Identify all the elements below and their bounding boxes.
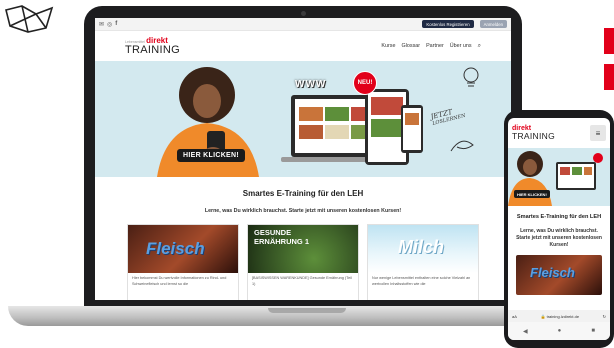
course-card-fleisch[interactable]: Fleisch Hier bekommst Du wertvolle Infor…	[127, 224, 239, 300]
course-cards: Fleisch Hier bekommst Du wertvolle Infor…	[95, 224, 511, 300]
instagram-icon[interactable]: ◎	[107, 21, 112, 28]
hero-banner[interactable]: WWW NEU! JETZT LOSLERNEN HIER KLICKEN!	[95, 61, 511, 177]
doodle-decoration	[5, 5, 54, 33]
page-subline: Lerne, was Du wirklich brauchst. Starte …	[204, 208, 402, 214]
card-text: Hier bekommst Du wertvolle Informationen…	[132, 276, 227, 286]
phone-logo[interactable]: direkt TRAINING	[512, 125, 555, 141]
nav-item-kurse[interactable]: Kurse	[381, 43, 395, 49]
new-badge: NEU!	[353, 71, 377, 95]
nav-item-partner[interactable]: Partner	[426, 43, 444, 49]
phone-cta-button[interactable]: HIER KLICKEN!	[514, 190, 550, 198]
home-icon[interactable]: ●	[558, 328, 562, 334]
card-title: GESUNDE ERNÄHRUNG 1	[254, 228, 310, 246]
laptop-screen: ✉ ◎ f Kostenlos Registrieren Anmelden Le…	[95, 18, 511, 300]
facebook-icon[interactable]: f	[115, 21, 117, 27]
laptop-notch	[268, 308, 346, 313]
phone-header: direkt TRAINING ≡	[508, 118, 610, 148]
top-bar: ✉ ◎ f Kostenlos Registrieren Anmelden	[95, 18, 511, 31]
main-nav: Lebensmittel direkt TRAINING Kurse Gloss…	[95, 31, 511, 61]
login-button[interactable]: Anmelden	[479, 20, 507, 28]
site-logo[interactable]: Lebensmittel direkt TRAINING	[125, 36, 180, 56]
product-mockup: ✉ ◎ f Kostenlos Registrieren Anmelden Le…	[0, 0, 614, 348]
mail-icon[interactable]: ✉	[99, 21, 104, 28]
text-size-button[interactable]: aA	[512, 314, 517, 319]
card-title: Fleisch	[530, 265, 575, 281]
card-title: Milch	[398, 237, 445, 257]
card-text: Nur wenige Lebensmittel enthalten eine s…	[372, 276, 471, 286]
page-headline: Smartes E-Training für den LEH	[242, 189, 364, 198]
address-bar[interactable]: aA 🔒 training.lzdirekt.de ↻	[508, 310, 610, 322]
course-card-milch[interactable]: Milch Nur wenige Lebensmittel enthalten …	[367, 224, 479, 300]
phone-screen: direkt TRAINING ≡ HIER KLICKEN! Smartes …	[508, 118, 610, 340]
phone-course-card[interactable]: Fleisch	[516, 255, 602, 296]
back-icon[interactable]: ◀	[523, 328, 528, 335]
card-text: [BASISWISSEN WARENKUNDE] Gesunde Ernähru…	[252, 276, 352, 286]
lock-icon: 🔒	[540, 313, 546, 319]
red-accent-block	[604, 28, 614, 54]
course-card-ernaehrung[interactable]: GESUNDE ERNÄHRUNG 1 [BASISWISSEN WARENKU…	[247, 224, 359, 300]
reload-icon[interactable]: ↻	[603, 314, 606, 319]
phone-subline: Lerne, was Du wirklich brauchst. Starte …	[516, 227, 602, 249]
android-nav-bar: ◀ ● ■	[508, 322, 610, 340]
menu-icon[interactable]: ≡	[590, 125, 606, 141]
camera-dot	[301, 11, 306, 16]
search-icon[interactable]: ⌕	[478, 43, 481, 50]
register-button[interactable]: Kostenlos Registrieren	[422, 20, 474, 28]
red-accent-block	[604, 64, 614, 90]
phone-hero[interactable]: HIER KLICKEN!	[508, 148, 610, 206]
www-sticker: WWW	[295, 79, 327, 90]
card-image-vegetables: GESUNDE ERNÄHRUNG 1	[248, 225, 358, 273]
card-image-milk: Milch	[368, 225, 478, 273]
nav-item-ueber-uns[interactable]: Über uns	[450, 43, 472, 49]
card-title: Fleisch	[146, 239, 205, 258]
recents-icon[interactable]: ■	[591, 328, 595, 334]
url-text: 🔒 training.lzdirekt.de	[540, 313, 580, 319]
hero-cta-button[interactable]: HIER KLICKEN!	[177, 149, 246, 162]
card-image-meat: Fleisch	[128, 225, 238, 273]
nav-item-glossar[interactable]: Glossar	[401, 43, 420, 49]
phone-headline: Smartes E-Training für den LEH	[516, 214, 602, 220]
